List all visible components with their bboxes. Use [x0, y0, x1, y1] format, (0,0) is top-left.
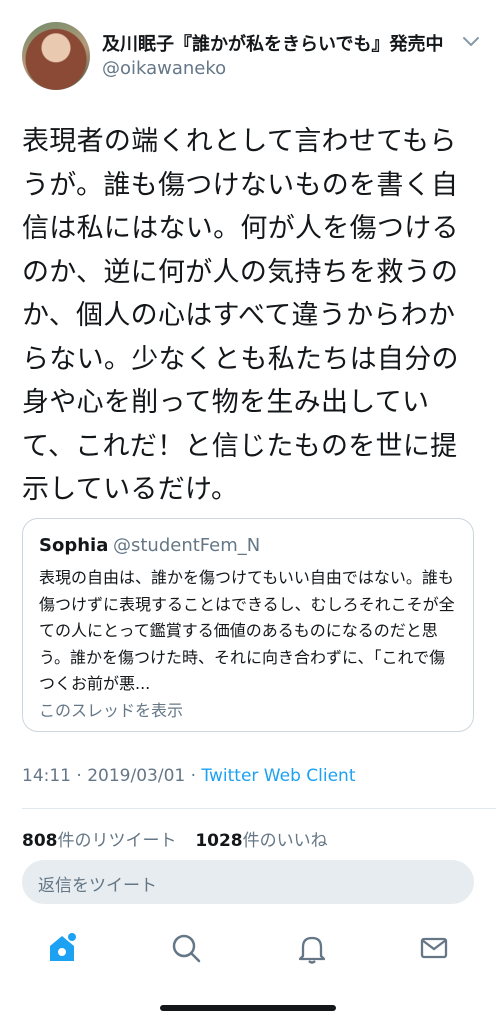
author-display-name[interactable]: 及川眠子『誰かが私をきらいでも』発売中 [102, 30, 443, 56]
avatar[interactable] [22, 22, 90, 90]
quoted-tweet-text: 表現の自由は、誰かを傷つけてもいい自由ではない。誰も傷つけずに表現することはでき… [39, 568, 455, 693]
chevron-down-icon[interactable] [462, 36, 480, 48]
tweet-meta: 14:11 · 2019/03/01 · Twitter Web Client [22, 766, 355, 786]
retweets-stat[interactable]: 808件のリツイート [22, 831, 177, 851]
reply-placeholder: 返信をツイート [38, 876, 157, 896]
bottom-tab-bar [0, 918, 496, 978]
tweet-header: 及川眠子『誰かが私をきらいでも』発売中 @oikawaneko [0, 0, 496, 108]
reply-input[interactable]: 返信をツイート [22, 860, 474, 904]
likes-count: 1028 [195, 831, 243, 851]
meta-separator: · [76, 766, 82, 786]
tweet-date: 2019/03/01 [87, 766, 186, 786]
home-icon[interactable] [42, 928, 82, 968]
show-thread-link[interactable]: このスレッドを表示 [39, 697, 183, 721]
tweet-stats: 808件のリツイート 1028件のいいね [22, 826, 328, 851]
likes-stat[interactable]: 1028件のいいね [195, 831, 327, 851]
messages-icon[interactable] [414, 928, 454, 968]
tweet-text: 表現者の端くれとして言わせてもらうが。誰も傷つけないものを書く自信は私にはない。… [22, 126, 459, 505]
author-handle[interactable]: @oikawaneko [102, 58, 226, 79]
retweets-label: 件のリツイート [57, 831, 177, 851]
likes-label: 件のいいね [242, 831, 328, 851]
meta-separator: · [190, 766, 197, 786]
tweet-client-link[interactable]: Twitter Web Client [201, 766, 355, 786]
home-indicator [160, 1005, 336, 1011]
notifications-icon[interactable] [292, 928, 332, 968]
quoted-author-handle: @studentFem_N [113, 535, 261, 556]
quoted-tweet[interactable]: Sophia @studentFem_N 表現の自由は、誰かを傷つけてもいい自由… [22, 518, 474, 732]
quoted-author-name: Sophia [39, 535, 109, 556]
divider [22, 808, 496, 809]
search-icon[interactable] [166, 928, 206, 968]
retweets-count: 808 [22, 831, 58, 851]
tweet-time: 14:11 [22, 766, 71, 786]
